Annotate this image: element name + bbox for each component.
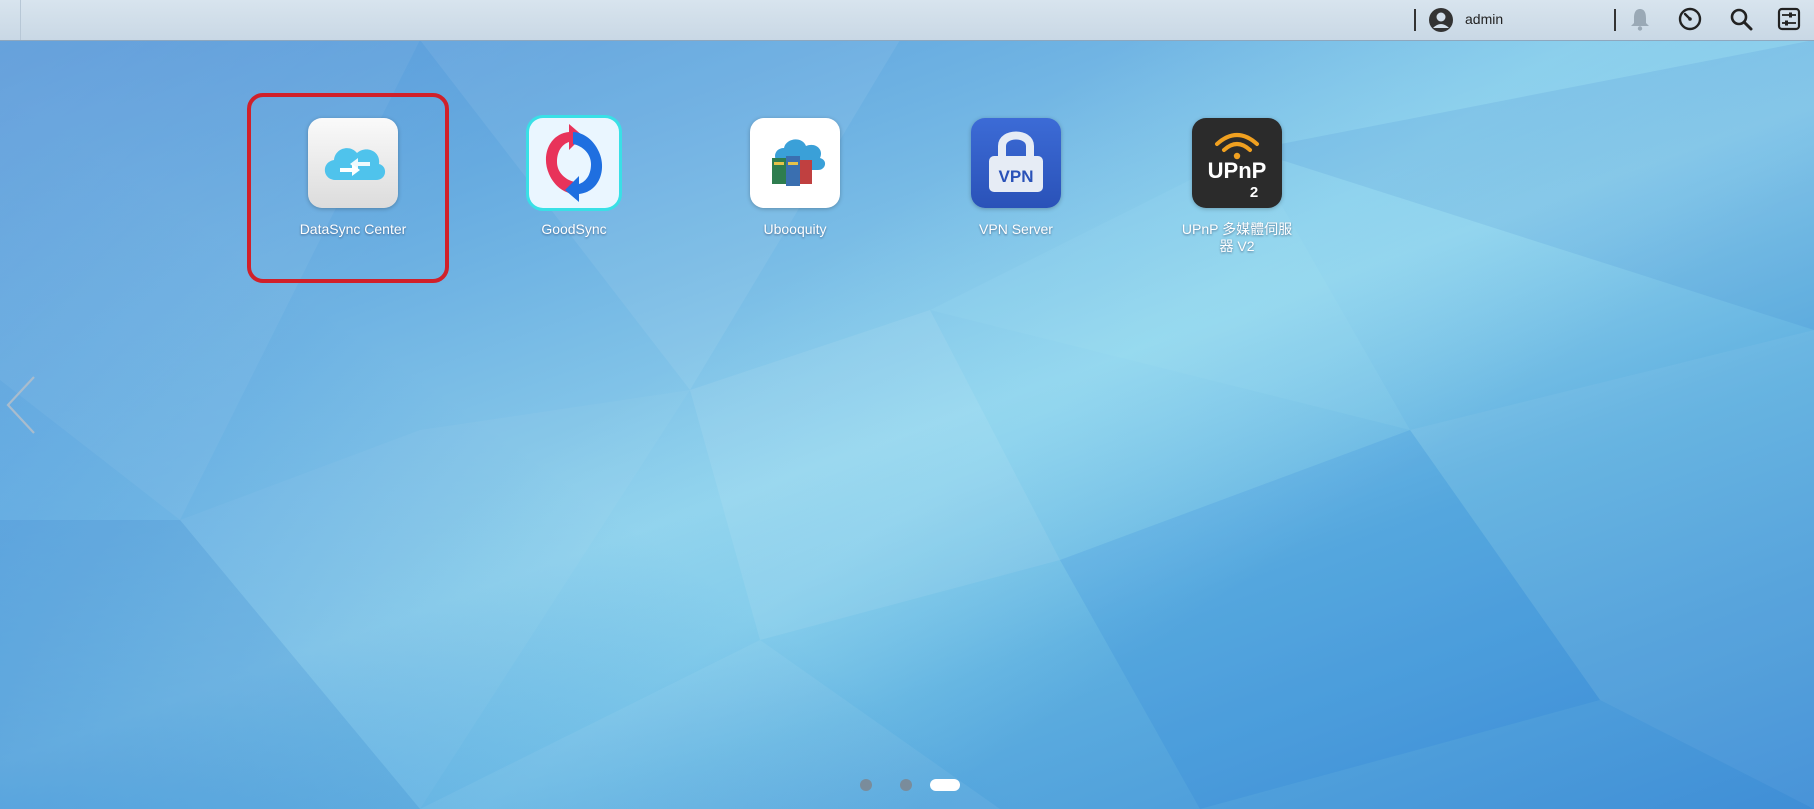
upnp-badge-sub: 2 [1250,184,1258,201]
vpn-server-icon: VPN [971,118,1061,208]
app-label: Ubooquity [763,221,827,237]
pagination [0,777,1814,793]
datasync-icon [308,118,398,208]
app-label: GoodSync [541,221,607,237]
ubooquity-icon [750,118,840,208]
app-label: DataSync Center [299,221,407,237]
top-bar: admin [0,0,1814,41]
page-dot-1[interactable] [860,779,872,791]
page-dot-2[interactable] [900,779,912,791]
separator [1414,9,1416,31]
app-label: UPnP 多媒體伺服器 V2 [1181,221,1293,254]
goodsync-icon [529,118,619,208]
chevron-left-icon[interactable] [4,375,40,435]
app-goodsync[interactable]: GoodSync [499,118,649,238]
app-vpn-server[interactable]: VPN VPN Server [941,118,1091,238]
app-ubooquity[interactable]: Ubooquity [720,118,870,238]
app-label: VPN Server [979,221,1053,237]
bell-icon[interactable] [1627,6,1653,32]
app-upnp[interactable]: UPnP 2 UPnP 多媒體伺服器 V2 [1162,118,1312,255]
settings-icon[interactable] [1776,6,1802,32]
search-icon[interactable] [1728,6,1754,32]
page-dot-3-active[interactable] [930,779,960,791]
separator [1614,9,1616,31]
username-label[interactable]: admin [1465,11,1503,27]
menu-toggle[interactable] [0,0,21,40]
upnp-icon: UPnP 2 [1192,118,1282,208]
dashboard-icon[interactable] [1677,6,1703,32]
vpn-badge-text: VPN [999,167,1034,186]
upnp-badge-text: UPnP [1208,158,1267,183]
user-icon[interactable] [1428,7,1454,33]
app-datasync-center[interactable]: DataSync Center [278,118,428,238]
